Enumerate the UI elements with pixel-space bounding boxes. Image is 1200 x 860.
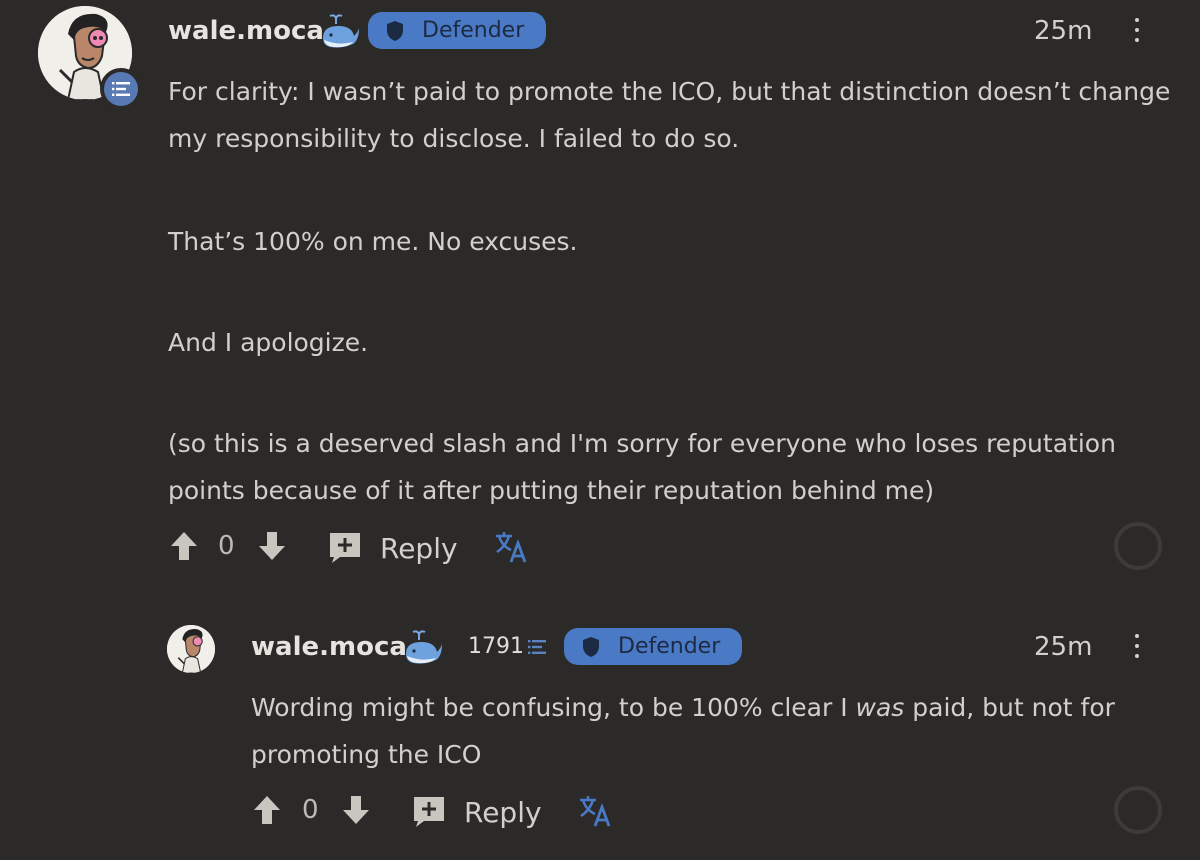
progress-ring: [1114, 786, 1162, 834]
reputation-score-value: 1791: [468, 634, 524, 659]
comment-plus-icon: [414, 797, 444, 827]
comment-plus-icon: [330, 533, 360, 563]
whale-icon: [403, 630, 443, 670]
defender-badge[interactable]: Defender: [564, 628, 743, 665]
arrow-down-icon[interactable]: [258, 531, 286, 565]
defender-badge-label: Defender: [422, 18, 525, 43]
comment-paragraph: That’s 100% on me. No excuses.: [168, 227, 578, 256]
reputation-score: 1791: [468, 634, 547, 659]
progress-ring: [1114, 522, 1162, 570]
reply-label: Reply: [464, 795, 542, 829]
comment-paragraph: And I apologize.: [168, 328, 369, 357]
defender-badge[interactable]: Defender: [368, 12, 547, 49]
reply-label: Reply: [380, 531, 458, 565]
defender-badge-label: Defender: [618, 634, 721, 659]
comment-paragraph: For clarity: I wasn’t paid to promote th…: [168, 77, 1171, 153]
whale-icon: [320, 14, 360, 54]
comment-paragraph: (so this is a deserved slash and I'm sor…: [168, 429, 1116, 505]
username[interactable]: wale.moca: [168, 16, 324, 46]
reply-paragraph: Wording might be confusing, to be 100% c…: [251, 693, 1115, 769]
shield-icon: [387, 20, 403, 41]
arrow-down-icon[interactable]: [342, 795, 370, 829]
comment-body: For clarity: I wasn’t paid to promote th…: [168, 68, 1178, 514]
more-vertical-icon[interactable]: [1132, 18, 1142, 42]
reply-button[interactable]: Reply: [328, 528, 468, 568]
emphasis-text: was: [855, 693, 905, 722]
timestamp: 25m: [1034, 16, 1093, 46]
more-vertical-icon[interactable]: [1132, 634, 1142, 658]
timestamp: 25m: [1034, 632, 1093, 662]
comment: wale.moca Defender 25m For clarity: I wa…: [0, 0, 1200, 600]
reputation-level-badge: [100, 68, 142, 110]
vote-count: 0: [218, 531, 235, 561]
arrow-up-icon[interactable]: [253, 795, 281, 829]
vote-count: 0: [302, 795, 319, 825]
avatar-image: [167, 625, 215, 673]
shield-icon: [583, 636, 599, 657]
arrow-up-icon[interactable]: [170, 531, 198, 565]
reply-button[interactable]: Reply: [412, 792, 552, 832]
reply-comment: wale.moca 1791 Defender 25m Wording migh…: [0, 600, 1200, 860]
translate-icon[interactable]: [578, 794, 612, 832]
reply-body: Wording might be confusing, to be 100% c…: [251, 684, 1171, 778]
reputation-icon: [112, 82, 130, 96]
username[interactable]: wale.moca: [251, 632, 407, 662]
translate-icon[interactable]: [494, 530, 528, 568]
avatar[interactable]: [167, 625, 215, 673]
reputation-icon: [528, 639, 546, 654]
